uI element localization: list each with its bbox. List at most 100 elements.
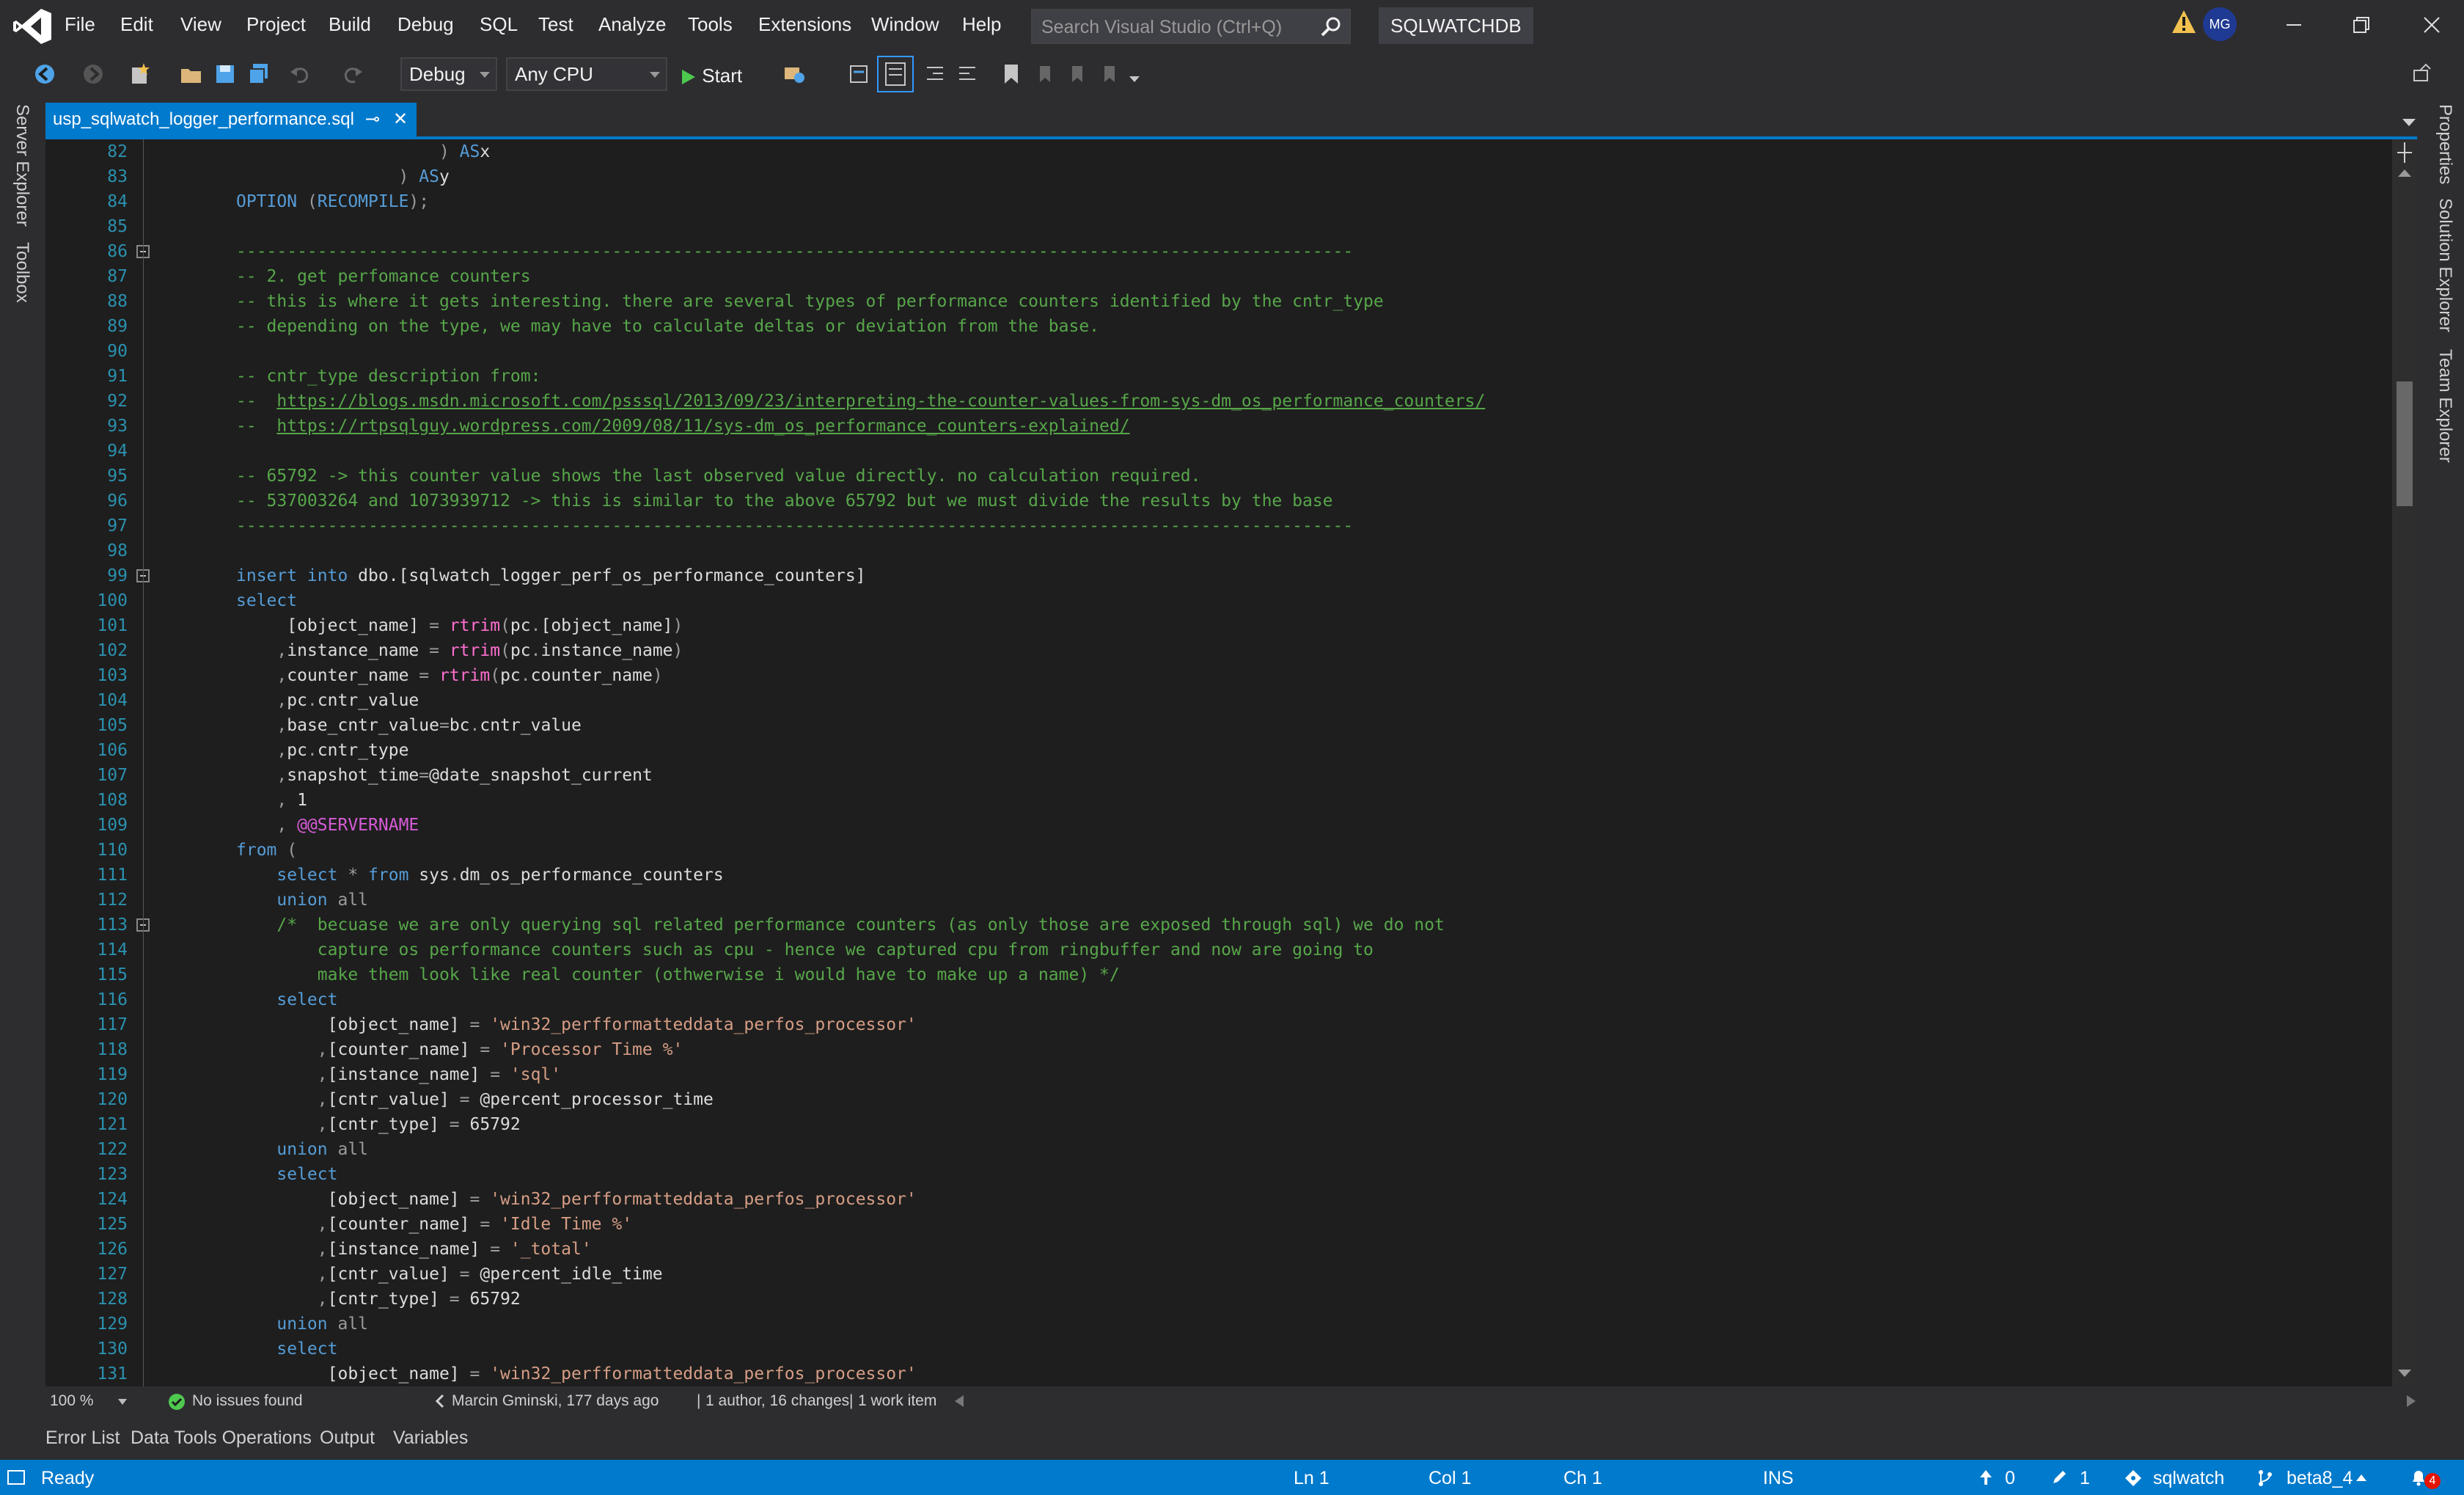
tab-output[interactable]: Output <box>320 1428 375 1449</box>
menu-sql[interactable]: SQL <box>480 13 518 36</box>
code-line[interactable]: select <box>236 987 337 1012</box>
solution-platform-dropdown[interactable]: Any CPU <box>506 57 667 91</box>
codelens-author[interactable]: Marcin Gminski, 177 days ago <box>452 1392 659 1410</box>
line-indicator[interactable]: Ln 1 <box>1294 1468 1330 1489</box>
code-line[interactable]: select <box>236 588 297 613</box>
unpushed-commits[interactable]: 0 <box>2005 1468 2015 1489</box>
restore-icon[interactable] <box>2347 10 2376 40</box>
start-button[interactable]: Start <box>681 65 742 87</box>
menu-build[interactable]: Build <box>329 13 371 36</box>
code-line[interactable]: ,[cntr_type] = 65792 <box>236 1112 521 1137</box>
menu-test[interactable]: Test <box>538 13 573 36</box>
menu-view[interactable]: View <box>180 13 221 36</box>
code-link[interactable]: https://blogs.msdn.microsoft.com/psssql/… <box>276 392 1485 411</box>
code-line[interactable]: -- this is where it gets interesting. th… <box>236 289 1384 314</box>
insert-mode[interactable]: INS <box>1763 1468 1794 1489</box>
code-line[interactable]: ,instance_name = rtrim(pc.instance_name) <box>236 638 683 663</box>
solution-configuration-dropdown[interactable]: Debug <box>400 57 497 91</box>
hscroll-left-icon[interactable] <box>953 1394 965 1408</box>
code-line[interactable]: ,[instance_name] = 'sql' <box>236 1062 561 1087</box>
save-all-icon[interactable] <box>246 62 271 87</box>
scrollbar-thumb[interactable] <box>2397 381 2413 506</box>
bookmark-icon[interactable] <box>999 62 1024 87</box>
close-tab-icon[interactable]: ✕ <box>393 103 408 136</box>
menu-project[interactable]: Project <box>246 13 306 36</box>
save-icon[interactable] <box>213 62 238 87</box>
code-line[interactable]: ,pc.cntr_type <box>236 738 408 763</box>
branch-name[interactable]: beta8_4 <box>2287 1468 2353 1489</box>
code-line[interactable]: , @@SERVERNAME <box>236 813 419 838</box>
code-line[interactable]: ,snapshot_time=@date_snapshot_current <box>236 763 652 788</box>
code-line[interactable]: select * from sys.dm_os_performance_coun… <box>236 863 723 888</box>
menu-analyze[interactable]: Analyze <box>598 13 667 36</box>
close-icon[interactable] <box>2417 10 2446 40</box>
code-line[interactable]: union all <box>236 888 368 913</box>
menu-debug[interactable]: Debug <box>397 13 454 36</box>
hscroll-right-icon[interactable] <box>2405 1394 2417 1408</box>
open-file-icon[interactable] <box>179 62 204 87</box>
pending-changes[interactable]: 1 <box>2080 1468 2090 1489</box>
team-explorer-tab[interactable]: Team Explorer <box>2435 349 2455 463</box>
scroll-up-icon[interactable] <box>2397 166 2413 182</box>
code-line[interactable]: ,[counter_name] = 'Processor Time %' <box>236 1037 683 1062</box>
code-line[interactable]: union all <box>236 1312 368 1337</box>
code-line[interactable]: -- depending on the type, we may have to… <box>236 314 1099 339</box>
properties-tab[interactable]: Properties <box>2435 104 2455 184</box>
browser-link-icon[interactable] <box>782 62 807 87</box>
code-line[interactable]: ----------------------------------------… <box>236 239 1353 264</box>
outdent-icon[interactable] <box>955 62 980 87</box>
navigate-back-icon[interactable] <box>32 62 57 87</box>
tab-error-list[interactable]: Error List <box>45 1428 120 1449</box>
column-indicator[interactable]: Col 1 <box>1429 1468 1471 1489</box>
tab-usp-sqlwatch-logger-performance[interactable]: usp_sqlwatch_logger_performance.sql ⊸ ✕ <box>45 103 417 136</box>
undo-icon[interactable] <box>287 62 312 87</box>
search-box[interactable]: Search Visual Studio (Ctrl+Q) <box>1031 9 1351 44</box>
code-line[interactable]: ) ASx <box>236 139 490 164</box>
issues-status[interactable]: No issues found <box>192 1392 303 1410</box>
bookmark-prev-icon[interactable] <box>1033 62 1057 87</box>
scroll-down-icon[interactable] <box>2397 1364 2413 1381</box>
codelens-changes[interactable]: 1 author, 16 changes <box>705 1392 849 1410</box>
menu-extensions[interactable]: Extensions <box>758 13 851 36</box>
code-line[interactable]: ,base_cntr_value=bc.cntr_value <box>236 713 582 738</box>
code-line[interactable]: ) ASy <box>236 164 450 189</box>
code-line[interactable]: select <box>236 1337 337 1361</box>
split-editor-icon[interactable] <box>2395 139 2414 166</box>
menu-edit[interactable]: Edit <box>120 13 153 36</box>
zoom-dropdown-icon[interactable] <box>117 1398 128 1406</box>
tab-data-tools-operations[interactable]: Data Tools Operations <box>131 1428 312 1449</box>
code-line[interactable]: /* becuase we are only querying sql rela… <box>236 913 1444 937</box>
tab-list-dropdown-icon[interactable] <box>2401 113 2417 129</box>
branch-menu-icon[interactable] <box>2355 1473 2367 1482</box>
code-line[interactable]: -- cntr_type description from: <box>236 364 540 389</box>
code-line[interactable]: ,[cntr_type] = 65792 <box>236 1287 521 1312</box>
char-indicator[interactable]: Ch 1 <box>1563 1468 1602 1489</box>
new-project-icon[interactable] <box>128 62 153 87</box>
code-line[interactable]: , 1 <box>236 788 307 813</box>
zoom-level[interactable]: 100 % <box>50 1392 94 1410</box>
code-line[interactable]: ,pc.cntr_value <box>236 688 419 713</box>
indent-icon[interactable] <box>923 62 947 87</box>
vertical-scrollbar[interactable] <box>2392 139 2417 1386</box>
code-line[interactable]: ,[cntr_value] = @percent_processor_time <box>236 1087 714 1112</box>
code-line[interactable]: ,[counter_name] = 'Idle Time %' <box>236 1212 632 1237</box>
pin-icon[interactable]: ⊸ <box>365 103 380 136</box>
tab-variables[interactable]: Variables <box>393 1428 468 1449</box>
solution-explorer-tab[interactable]: Solution Explorer <box>2435 198 2455 332</box>
menu-help[interactable]: Help <box>962 13 1001 36</box>
search-icon[interactable] <box>1319 15 1343 40</box>
code-line[interactable]: ,counter_name = rtrim(pc.counter_name) <box>236 663 662 688</box>
code-line[interactable]: -- https://blogs.msdn.microsoft.com/psss… <box>236 389 1485 414</box>
step-into-icon[interactable] <box>846 62 871 87</box>
server-explorer-tab[interactable]: Server Explorer <box>12 104 32 227</box>
repository-name[interactable]: sqlwatch <box>2153 1468 2224 1489</box>
code-line[interactable]: ,[instance_name] = '_total' <box>236 1237 592 1262</box>
output-window-icon[interactable] <box>6 1467 26 1488</box>
warning-icon[interactable] <box>2171 9 2197 35</box>
avatar[interactable]: MG <box>2203 7 2237 41</box>
toolbar-overflow-icon[interactable] <box>1122 62 1147 87</box>
code-line[interactable]: make them look like real counter (othwer… <box>236 962 1120 987</box>
code-line[interactable]: [object_name] = 'win32_perfformatteddata… <box>236 1361 917 1386</box>
code-link[interactable]: https://rtpsqlguy.wordpress.com/2009/08/… <box>276 417 1129 436</box>
code-line[interactable]: OPTION (RECOMPILE); <box>236 189 429 214</box>
